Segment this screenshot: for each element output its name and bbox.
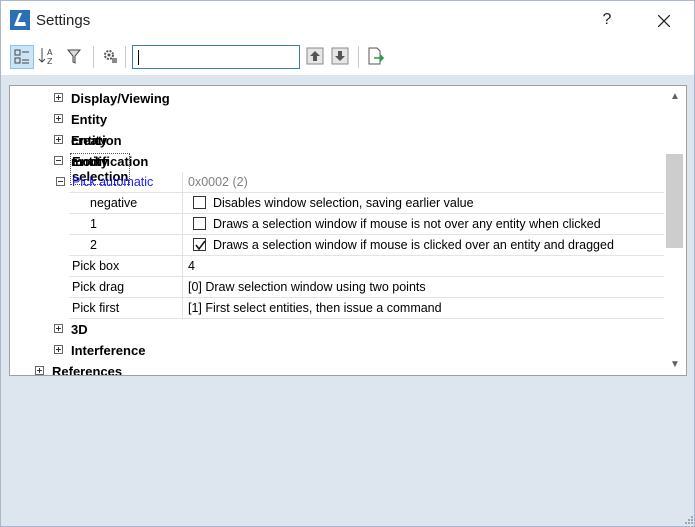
expand-icon[interactable] (54, 93, 63, 102)
expand-icon[interactable] (54, 135, 63, 144)
categorized-view-button[interactable] (10, 45, 34, 69)
property-value: 4 (182, 256, 664, 277)
collapse-icon[interactable] (56, 177, 65, 186)
filter-button[interactable] (63, 45, 87, 69)
bit-description: Draws a selection window if mouse is not… (213, 217, 601, 231)
property-pick-box[interactable]: Pick box 4 (69, 256, 664, 277)
property-pick-first[interactable]: Pick first [1] First select entities, th… (69, 298, 664, 319)
bit-value-cell: Draws a selection window if mouse is cli… (182, 235, 664, 256)
property-value: 0x0002 (2) (182, 172, 664, 193)
search-previous-button[interactable] (304, 45, 328, 69)
property-pick-drag[interactable]: Pick drag [0] Draw selection window usin… (69, 277, 664, 298)
scrollbar-thumb[interactable] (666, 154, 683, 248)
bit-value-cell: Disables window selection, saving earlie… (182, 193, 664, 214)
toolbar-separator (125, 46, 126, 68)
search-next-button[interactable] (329, 45, 353, 69)
app-logo-icon (10, 10, 30, 30)
checkmark-icon (195, 240, 206, 251)
search-input[interactable] (132, 45, 300, 69)
property-value: [0] Draw selection window using two poin… (182, 277, 664, 298)
settings-tree-panel: Display/Viewing Entity creation Entity m… (9, 85, 687, 376)
resize-grip-icon[interactable] (684, 515, 694, 525)
window-title: Settings (36, 12, 91, 29)
property-value: [1] First select entities, then issue a … (182, 298, 664, 319)
search-previous-icon (306, 47, 324, 65)
toolbar-separator (358, 46, 359, 68)
alphabetical-sort-icon: A Z (38, 48, 53, 66)
settings-tools-icon (104, 50, 117, 63)
bit-value-cell: Draws a selection window if mouse is not… (182, 214, 664, 235)
bit-row-negative[interactable]: negative Disables window selection, savi… (69, 193, 664, 214)
alphabetical-sort-button[interactable]: A Z (35, 45, 59, 69)
checkbox[interactable] (193, 217, 206, 230)
property-pick-automatic[interactable]: Pick automatic 0x0002 (2) (10, 172, 664, 193)
bit-description: Draws a selection window if mouse is cli… (213, 238, 614, 252)
property-name: Pick automatic (72, 175, 154, 189)
export-icon (368, 47, 385, 65)
title-bar: Settings ? (1, 1, 694, 39)
search-next-icon (331, 47, 349, 65)
expand-icon[interactable] (54, 345, 63, 354)
settings-window: Settings ? A Z Display/Viewing Entity cr… (0, 0, 695, 527)
bit-name: negative (90, 196, 138, 210)
tree-item-label: 3D (71, 322, 88, 337)
checkbox[interactable] (193, 196, 206, 209)
close-button[interactable] (649, 8, 679, 32)
help-button[interactable]: ? (593, 8, 621, 32)
toolbar: A Z (1, 39, 694, 75)
vertical-scrollbar[interactable]: ▲ ▼ (664, 86, 686, 375)
bit-name: 2 (90, 238, 97, 252)
scroll-down-icon[interactable]: ▼ (664, 356, 686, 373)
settings-tools-button[interactable] (99, 45, 123, 69)
tree-item-label: Display/Viewing (71, 91, 170, 106)
tree-item-label: References (52, 364, 123, 376)
collapse-icon[interactable] (54, 156, 63, 165)
export-button[interactable] (364, 45, 388, 69)
bit-name: 1 (90, 217, 97, 231)
expand-icon[interactable] (54, 114, 63, 123)
toolbar-separator (93, 46, 94, 68)
checkbox-checked[interactable] (193, 238, 206, 251)
expand-icon[interactable] (54, 324, 63, 333)
svg-text:Z: Z (47, 57, 53, 66)
filter-icon (66, 49, 82, 64)
scroll-up-icon[interactable]: ▲ (664, 88, 686, 105)
svg-text:A: A (47, 48, 53, 57)
categorized-view-icon (14, 49, 29, 64)
bit-row-1[interactable]: 1 Draws a selection window if mouse is n… (69, 214, 664, 235)
tree-item-label: Interference (71, 343, 146, 358)
text-caret (138, 50, 139, 65)
property-name: Pick drag (72, 280, 125, 294)
bit-row-2[interactable]: 2 Draws a selection window if mouse is c… (69, 235, 664, 256)
close-icon (657, 14, 671, 28)
bit-description: Disables window selection, saving earlie… (213, 196, 474, 210)
property-name: Pick first (72, 301, 120, 315)
property-name: Pick box (72, 259, 120, 273)
expand-icon[interactable] (35, 366, 44, 375)
